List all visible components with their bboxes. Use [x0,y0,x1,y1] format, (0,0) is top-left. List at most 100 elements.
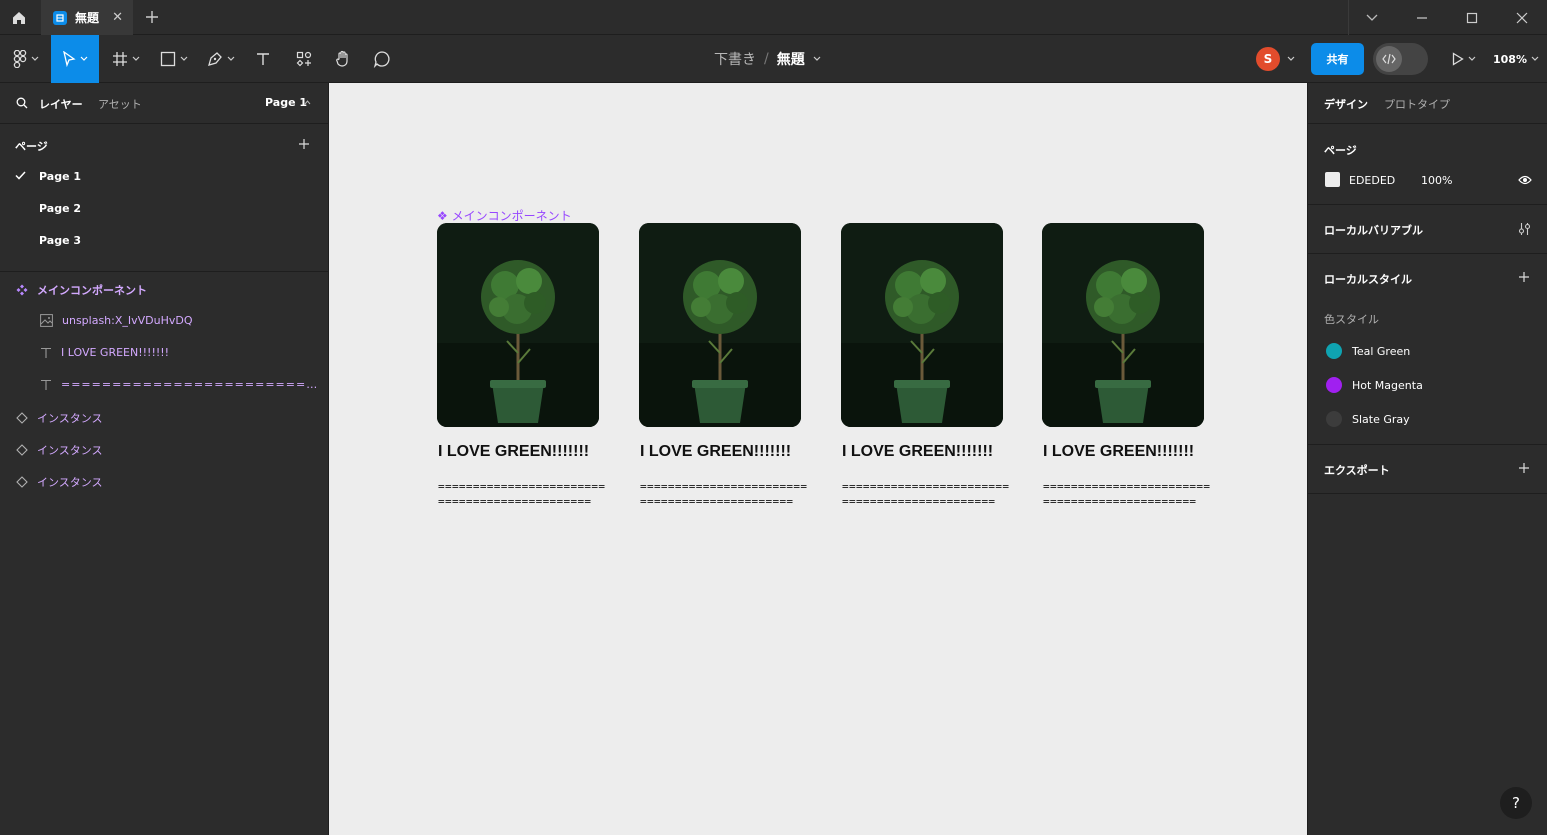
page-section-title: ページ [1324,144,1357,157]
text-t-icon [41,379,51,390]
resources-tool-button[interactable] [290,35,318,83]
pen-tool-button[interactable] [200,35,242,83]
minimize-button[interactable] [1397,0,1447,35]
color-swatch [1326,343,1342,359]
component-label[interactable]: ❖ メインコンポーネント [437,207,572,224]
text-tool-button[interactable] [250,35,276,83]
color-style-hot-magenta[interactable]: Hot Magenta [1326,377,1423,393]
layer-image[interactable]: unsplash:X_IvVDuHvDQ [40,314,193,327]
page-section: ページ EDEDED 100% [1308,124,1547,205]
design-canvas[interactable]: ❖ メインコンポーネント I LOVE GREEN!!!!!!! =======… [329,83,1307,835]
hand-tool-button[interactable] [329,35,357,83]
card-body-text[interactable]: ========================================… [640,480,810,509]
card-image[interactable] [437,223,599,427]
close-window-button[interactable] [1497,0,1547,35]
cursor-arrow-icon [63,51,76,67]
right-panel: デザイン プロトタイプ ページ EDEDED 100% ローカルバリアブル ロー… [1307,83,1547,835]
main-menu-button[interactable] [6,35,46,83]
close-tab-icon[interactable]: ✕ [112,10,123,25]
help-button[interactable]: ? [1500,787,1532,819]
export-title: エクスポート [1324,464,1390,477]
layer-label: ======================================== [61,378,318,391]
layer-instance-3[interactable]: インスタンス [16,474,103,490]
chevron-down-icon [1366,14,1378,21]
tab-assets[interactable]: アセット [98,96,142,112]
user-avatar[interactable]: S [1256,47,1280,71]
zoom-level: 108% [1493,52,1527,66]
card-title[interactable]: I LOVE GREEN!!!!!!! [438,443,589,461]
pages-title: ページ [15,140,48,153]
local-variables-title[interactable]: ローカルバリアブル [1324,222,1423,238]
card-body-text[interactable]: ========================================… [842,480,1012,509]
tab-prototype[interactable]: プロトタイプ [1384,96,1450,112]
tab-design[interactable]: デザイン [1324,96,1368,112]
figma-file-icon [53,10,67,25]
add-export-icon[interactable] [1518,462,1530,474]
maximize-button[interactable] [1447,0,1497,35]
page-color-swatch[interactable] [1325,172,1340,187]
card-title[interactable]: I LOVE GREEN!!!!!!! [842,443,993,461]
chevron-down-icon[interactable] [1287,56,1295,62]
zoom-menu[interactable]: 108% [1493,35,1539,83]
layer-text-title[interactable]: I LOVE GREEN!!!!!!! [40,346,169,359]
plant-photo [639,223,801,427]
card-image[interactable] [1042,223,1204,427]
local-styles-title: ローカルスタイル [1324,273,1412,286]
add-page-icon[interactable] [298,138,310,150]
image-icon [40,314,53,327]
share-button[interactable]: 共有 [1311,43,1364,75]
shape-tool-button[interactable] [153,35,195,83]
frame-tool-button[interactable] [105,35,147,83]
file-name[interactable]: 無題 [777,49,805,69]
frame-hash-icon [113,52,127,66]
title-bar: 無題 ✕ [0,0,1547,35]
layer-main-component[interactable]: メインコンポーネント [16,282,147,298]
card-body-text[interactable]: ========================================… [1043,480,1213,509]
hand-icon [336,50,348,67]
eye-icon[interactable] [1518,175,1532,185]
variables-sliders-icon[interactable] [1518,222,1531,236]
dev-mode-toggle[interactable] [1373,43,1428,75]
layer-instance-2[interactable]: インスタンス [16,442,103,458]
page-item-1[interactable]: Page 1 [39,170,81,183]
card-image[interactable] [639,223,801,427]
file-tab[interactable]: 無題 ✕ [41,0,133,35]
card-title[interactable]: I LOVE GREEN!!!!!!! [1043,443,1194,461]
new-tab-button[interactable] [143,8,161,26]
home-button[interactable] [0,0,38,35]
page-color-hex[interactable]: EDEDED [1349,174,1395,187]
card-image[interactable] [841,223,1003,427]
card-body-text[interactable]: ========================================… [438,480,608,509]
color-swatch [1326,377,1342,393]
instance-diamond-icon [16,476,28,488]
add-style-icon[interactable] [1518,271,1530,283]
component-icon [16,284,28,296]
toolbar: 下書き / 無題 S 共有 108% [0,35,1547,83]
chevron-down-icon[interactable] [813,56,821,62]
page-selector[interactable]: Page 1 [265,96,307,109]
present-button[interactable] [1446,35,1482,83]
page-opacity[interactable]: 100% [1421,174,1452,187]
components-grid-icon [296,51,312,67]
color-style-teal-green[interactable]: Teal Green [1326,343,1410,359]
color-style-slate-gray[interactable]: Slate Gray [1326,411,1410,427]
chevron-down-icon [180,56,188,61]
layer-text-body[interactable]: ======================================== [40,378,318,391]
card-title[interactable]: I LOVE GREEN!!!!!!! [640,443,791,461]
left-panel: レイヤー アセット Page 1 ページ Page 1 Page 2 Page … [0,83,329,835]
move-tool-button[interactable] [51,35,99,83]
search-icon[interactable] [16,97,28,109]
tab-layers[interactable]: レイヤー [39,96,83,112]
comment-tool-button[interactable] [368,35,396,83]
drafts-link[interactable]: 下書き [714,49,756,69]
layer-label: メインコンポーネント [37,284,147,297]
page-item-2[interactable]: Page 2 [39,202,81,215]
plant-photo [1042,223,1204,427]
page-item-3[interactable]: Page 3 [39,234,81,247]
local-styles-section: ローカルスタイル 色スタイル Teal Green Hot Magenta Sl… [1308,254,1547,445]
tabs-dropdown-button[interactable] [1347,0,1397,35]
text-t-icon [257,53,269,65]
color-style-name: Teal Green [1352,344,1411,358]
layer-instance-1[interactable]: インスタンス [16,410,103,426]
chevron-up-icon[interactable] [304,100,311,105]
